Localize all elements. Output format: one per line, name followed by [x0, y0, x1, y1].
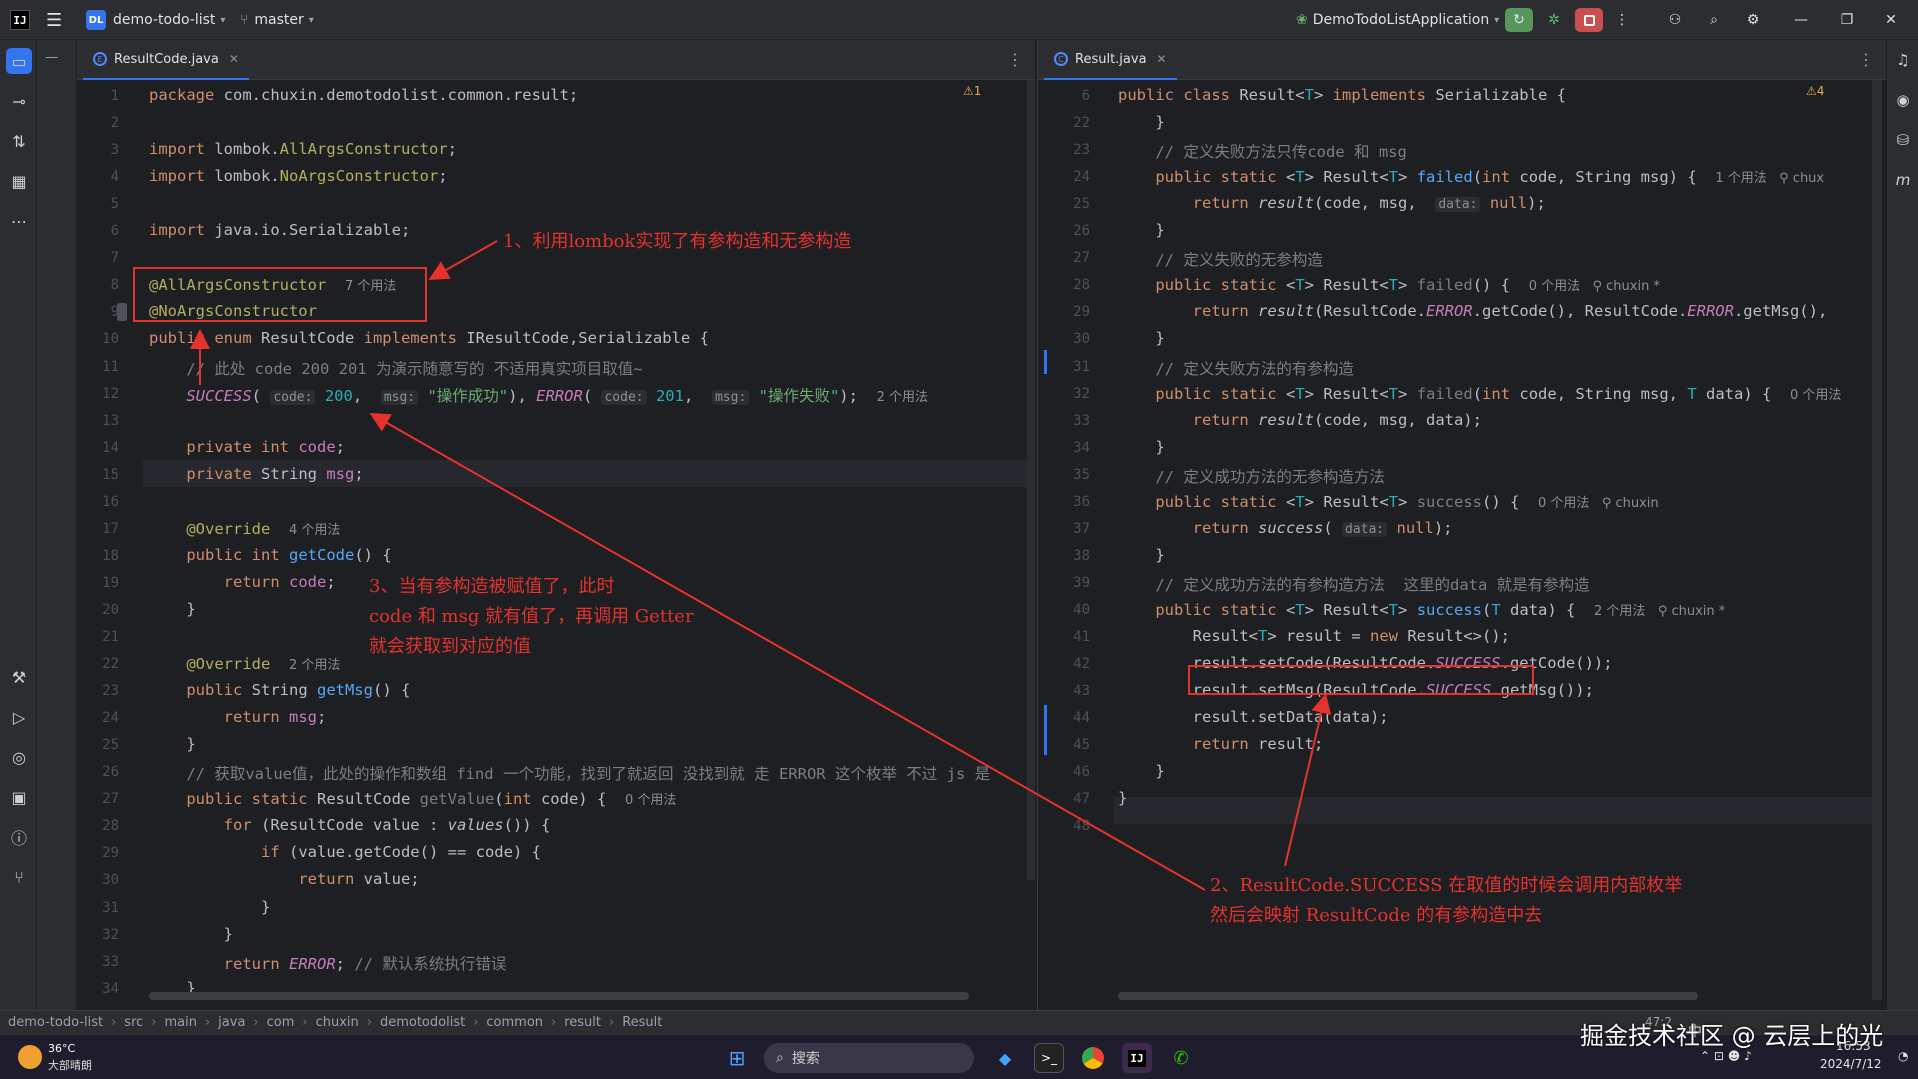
breadcrumb-separator: › — [302, 1015, 308, 1030]
breadcrumb-separator: › — [551, 1015, 557, 1030]
search-icon: ⌕ — [776, 1050, 784, 1066]
breadcrumb-separator: › — [473, 1015, 479, 1030]
wechat-icon: ✆ — [1173, 1047, 1189, 1069]
notification-icon[interactable]: ◔ — [1898, 1049, 1908, 1063]
tray-icons[interactable]: ⌃ ⊡ ☻ ♪ — [1700, 1049, 1752, 1063]
breadcrumb-item[interactable]: Result — [622, 1015, 662, 1030]
chrome-icon — [1082, 1047, 1104, 1069]
breadcrumb-separator: › — [366, 1015, 372, 1030]
chrome-app[interactable] — [1078, 1043, 1108, 1073]
watermark: 掘金技术社区 @ 云层上的光 — [1580, 1022, 1884, 1050]
arrow-note1-to-box — [428, 240, 498, 280]
breadcrumb-item[interactable]: src — [124, 1015, 143, 1030]
weather-icon[interactable] — [18, 1045, 42, 1069]
breadcrumb-item[interactable]: com — [267, 1015, 295, 1030]
vscode-app[interactable]: ◆ — [990, 1043, 1020, 1073]
clock-date[interactable]: 2024/7/12 — [1820, 1057, 1882, 1071]
breadcrumb-separator: › — [111, 1015, 117, 1030]
weather-temp: 36°C — [48, 1042, 76, 1055]
annotation-arrows — [190, 240, 1332, 891]
windows-icon: ⊞ — [728, 1046, 746, 1070]
intellij-app[interactable]: IJ — [1122, 1043, 1152, 1073]
taskbar-search[interactable]: ⌕ 搜索 — [764, 1043, 974, 1073]
breadcrumb-item[interactable]: java — [218, 1015, 245, 1030]
breadcrumb-separator: › — [204, 1015, 211, 1030]
windows-start-button[interactable]: ⊞ — [722, 1043, 752, 1073]
breadcrumb-item[interactable]: demotodolist — [380, 1015, 465, 1030]
weather-desc: 大部晴朗 — [48, 1059, 92, 1072]
terminal-icon: >_ — [1040, 1051, 1058, 1065]
vscode-icon: ◆ — [998, 1048, 1012, 1068]
breadcrumb-item[interactable]: chuxin — [316, 1015, 359, 1030]
breadcrumb-separator: › — [151, 1015, 157, 1030]
breadcrumb: demo-todo-list › src › main › java › com › chuxin ›… — [0, 1015, 662, 1030]
wechat-app[interactable]: ✆ — [1166, 1043, 1196, 1073]
breadcrumb-separator: › — [609, 1015, 615, 1030]
breadcrumb-item[interactable]: main — [164, 1015, 196, 1030]
breadcrumb-separator: › — [253, 1015, 259, 1030]
terminal-app[interactable]: >_ — [1034, 1043, 1064, 1073]
search-label: 搜索 — [791, 1051, 820, 1067]
intellij-icon: IJ — [1128, 1049, 1146, 1067]
breadcrumb-item[interactable]: common — [486, 1015, 543, 1030]
breadcrumb-item[interactable]: demo-todo-list — [8, 1015, 103, 1030]
arrow-note2-to-success — [1284, 693, 1332, 867]
arrow-note2-to-enum — [369, 413, 1206, 891]
breadcrumb-item[interactable]: result — [564, 1015, 601, 1030]
